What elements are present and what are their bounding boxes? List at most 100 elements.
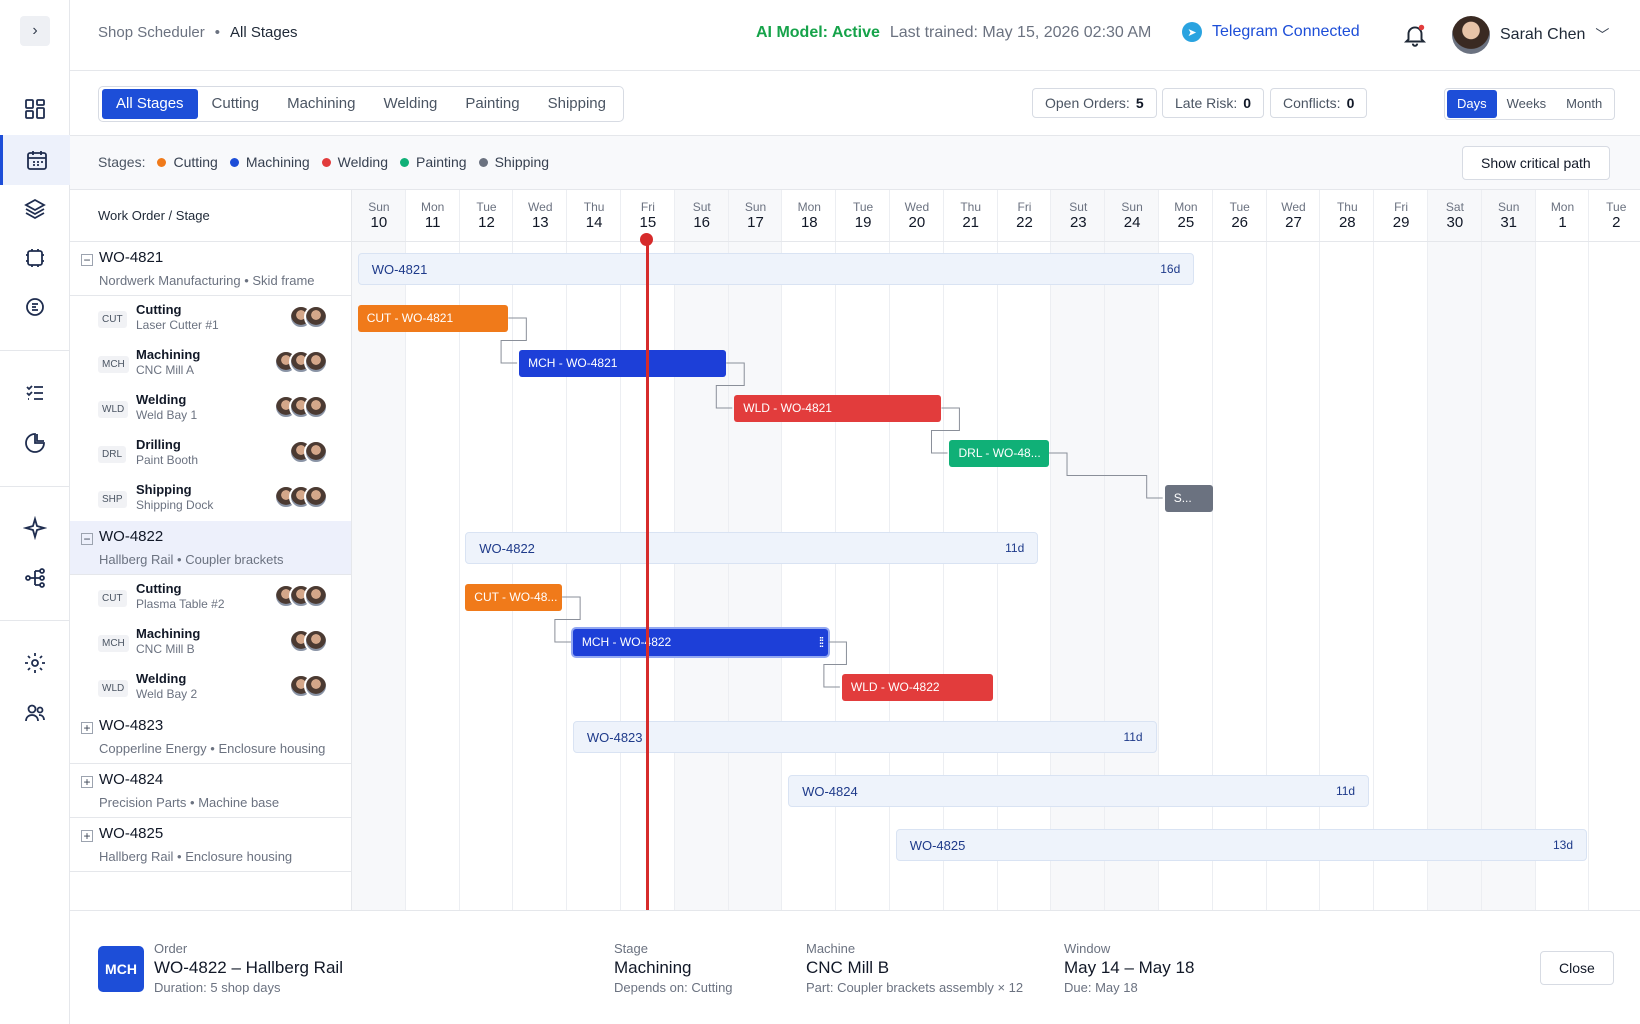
tab-all-stages[interactable]: All Stages (102, 89, 198, 119)
day-header: Thu 21 (943, 190, 998, 242)
day-weekday: Sut (692, 200, 711, 214)
open-orders-label: Open Orders: (1045, 95, 1130, 111)
day-header: Sun 17 (728, 190, 783, 242)
assignee-avatar (304, 629, 328, 653)
telegram-status[interactable]: ➤ Telegram Connected (1182, 22, 1360, 42)
today-marker-dot (640, 233, 653, 246)
day-header: Sun 31 (1481, 190, 1536, 242)
sparkle-icon (23, 516, 47, 540)
work-order-row[interactable]: + WO-4824 Precision Parts • Machine base (70, 764, 351, 818)
detail-window: Window May 14 – May 18 Due: May 18 (1064, 941, 1195, 995)
stage-code: SHP (98, 491, 127, 508)
day-number: 29 (1392, 214, 1410, 231)
day-number: 14 (585, 214, 603, 231)
workflow-icon (25, 568, 45, 588)
stage-row[interactable]: MCH Machining CNC Mill A (70, 341, 351, 386)
nav-ai[interactable] (0, 282, 70, 332)
day-number: 25 (1177, 214, 1195, 231)
breadcrumb: Shop Scheduler • All Stages (98, 24, 298, 41)
show-critical-path-button[interactable]: Show critical path (1462, 146, 1610, 180)
stage-row[interactable]: DRL Drilling Paint Booth (70, 431, 351, 476)
tab-shipping[interactable]: Shipping (534, 89, 620, 119)
nav-scheduler[interactable] (0, 135, 70, 185)
nav-workflow[interactable] (0, 553, 70, 603)
expand-sidebar-button[interactable]: › (20, 16, 50, 46)
work-order-row[interactable]: + WO-4823 Copperline Energy • Enclosure ho… (70, 710, 351, 764)
day-header: Sut 16 (674, 190, 729, 242)
sidebar: › (0, 0, 70, 1024)
view-weeks[interactable]: Weeks (1497, 90, 1557, 118)
view-month[interactable]: Month (1556, 90, 1612, 118)
nav-reports[interactable] (0, 418, 70, 468)
tab-cutting[interactable]: Cutting (198, 89, 274, 119)
day-header: Wed 13 (513, 190, 568, 242)
conflicts-value: 0 (1346, 95, 1355, 111)
stage-machine: Laser Cutter #1 (136, 318, 219, 332)
day-number: 1 (1558, 214, 1567, 231)
stage-name: Shipping (136, 482, 192, 497)
collapse-icon[interactable]: − (81, 254, 93, 266)
stage-machine: Weld Bay 1 (136, 408, 198, 422)
nav-layers[interactable] (0, 184, 70, 234)
legend-welding: Welding (321, 154, 388, 170)
stage-row[interactable]: CUT Cutting Plasma Table #2 (70, 575, 351, 620)
nav-machines[interactable] (0, 233, 70, 283)
assignee-avatars (274, 395, 328, 419)
day-weekday: Mon (1174, 200, 1198, 214)
stage-code: WLD (98, 401, 129, 418)
last-trained: Last trained: May 15, 2026 02:30 AM (889, 24, 1152, 41)
work-order-row[interactable]: − WO-4822 Hallberg Rail • Coupler brackets (70, 521, 351, 575)
day-header: Mon 25 (1159, 190, 1213, 242)
bell-icon[interactable] (1402, 22, 1428, 48)
user-menu[interactable]: Sarah Chen ﹀ (1452, 16, 1609, 54)
expand-icon[interactable]: + (81, 830, 93, 842)
stage-machine: CNC Mill A (136, 363, 195, 377)
work-order-subtitle: Nordwerk Manufacturing • Skid frame (99, 273, 315, 288)
stage-row[interactable]: MCH Machining CNC Mill B (70, 620, 351, 665)
legend-painting: Painting (400, 154, 467, 170)
tab-painting[interactable]: Painting (451, 89, 533, 119)
assignee-avatar (304, 395, 328, 419)
nav-settings[interactable] (0, 638, 70, 688)
view-switcher: Days Weeks Month (1444, 88, 1616, 120)
stage-name: Machining (136, 347, 201, 362)
stage-row[interactable]: WLD Welding Weld Bay 2 (70, 665, 351, 710)
tab-machining[interactable]: Machining (273, 89, 369, 119)
assignee-avatars (289, 440, 328, 464)
close-button[interactable]: Close (1540, 951, 1614, 985)
stage-machine: CNC Mill B (136, 642, 195, 656)
nav-tasks[interactable] (0, 368, 70, 418)
stage-legend: Stages: Cutting Machining Welding Painti… (98, 154, 549, 170)
assignee-avatars (274, 350, 328, 374)
day-weekday: Fri (1017, 200, 1032, 214)
stage-machine: Plasma Table #2 (136, 597, 225, 611)
nav-insights[interactable] (0, 503, 70, 553)
day-number: 20 (908, 214, 926, 231)
day-weekday: Fri (1394, 200, 1409, 214)
expand-icon[interactable]: + (81, 722, 93, 734)
stage-name: Drilling (136, 437, 181, 452)
work-order-list: − WO-4821 Nordwerk Manufacturing • Skid fr… (70, 242, 352, 910)
work-order-row[interactable]: + WO-4825 Hallberg Rail • Enclosure housin… (70, 818, 351, 872)
stage-row[interactable]: CUT Cutting Laser Cutter #1 (70, 296, 351, 341)
stage-machine: Paint Booth (136, 453, 199, 467)
legend-machining: Machining (229, 154, 310, 170)
stage-row[interactable]: SHP Shipping Shipping Dock (70, 476, 351, 521)
collapse-icon[interactable]: − (81, 533, 93, 545)
day-weekday: Tue (1229, 200, 1250, 214)
stage-name: Welding (136, 671, 187, 686)
expand-icon[interactable]: + (81, 776, 93, 788)
breadcrumb-root[interactable]: Shop Scheduler (98, 24, 205, 41)
day-weekday: Mon (797, 200, 821, 214)
day-header: Thu 28 (1320, 190, 1375, 242)
breadcrumb-current: All Stages (230, 24, 298, 41)
conflicts-label: Conflicts: (1283, 95, 1341, 111)
tab-welding[interactable]: Welding (369, 89, 451, 119)
nav-dashboard[interactable] (0, 84, 70, 134)
day-weekday: Mon (421, 200, 445, 214)
checklist-icon (26, 385, 43, 400)
work-order-row[interactable]: − WO-4821 Nordwerk Manufacturing • Skid fr… (70, 242, 351, 296)
view-days[interactable]: Days (1447, 90, 1497, 118)
stage-row[interactable]: WLD Welding Weld Bay 1 (70, 386, 351, 431)
nav-team[interactable] (0, 688, 70, 738)
